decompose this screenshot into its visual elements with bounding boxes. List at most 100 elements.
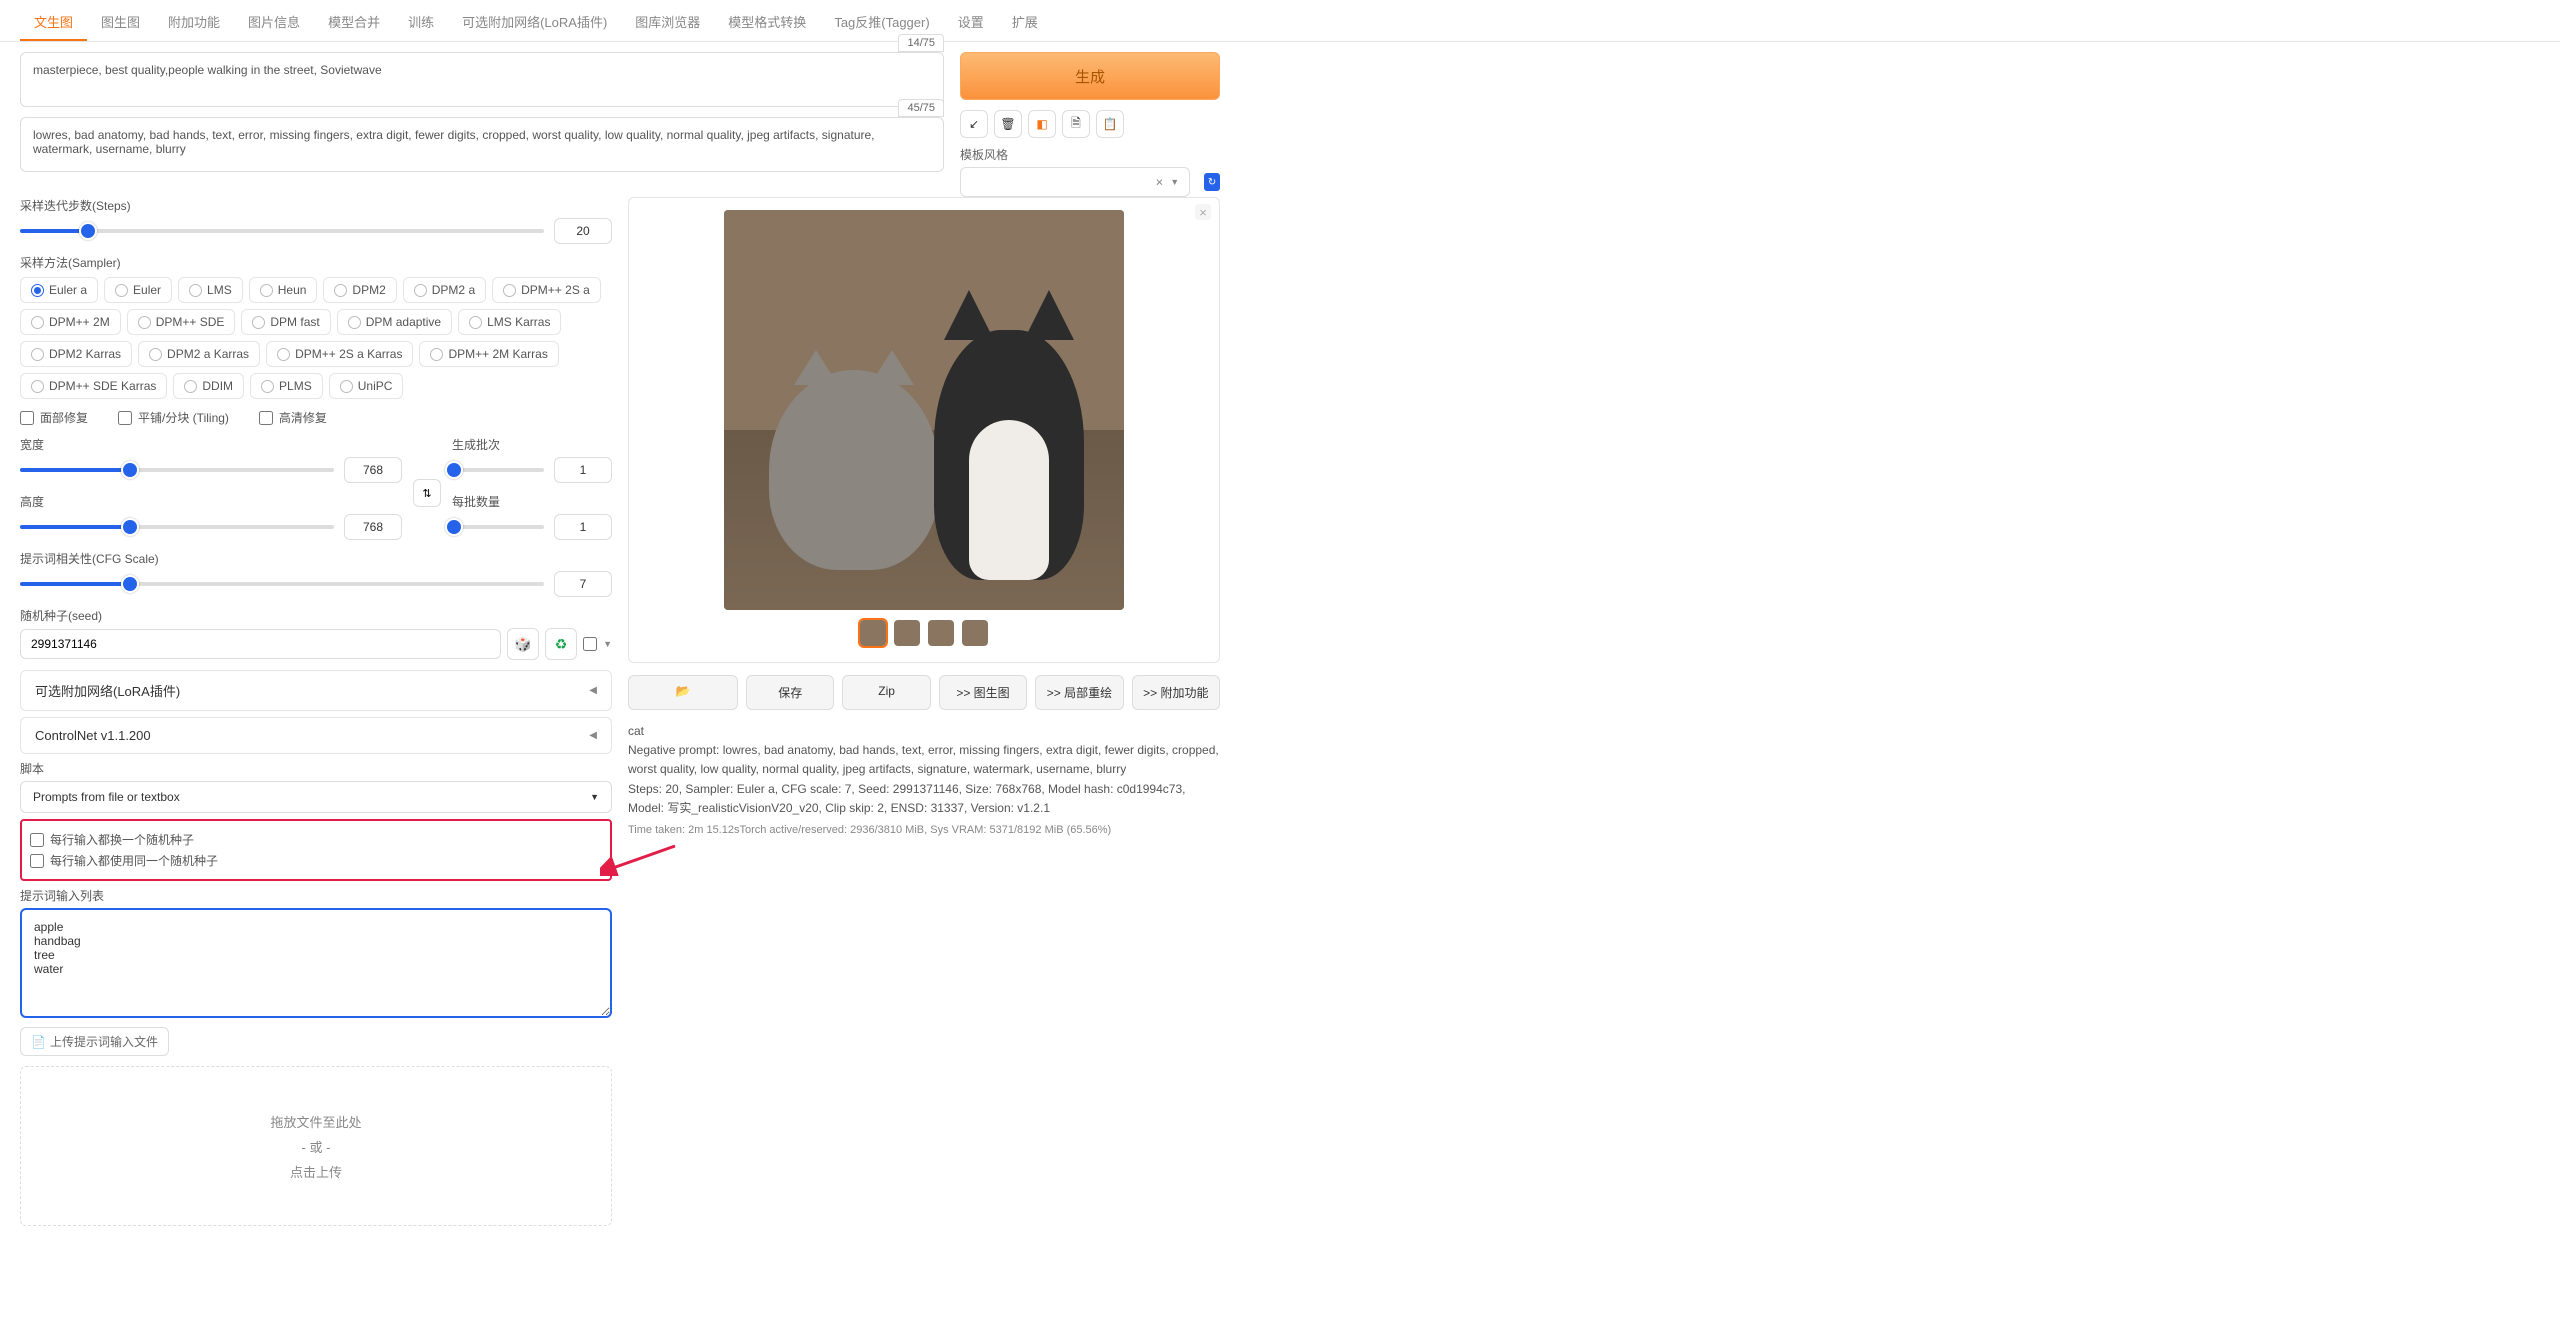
batch-size-slider[interactable] — [452, 525, 544, 529]
tab-pnginfo[interactable]: 图片信息 — [234, 4, 314, 41]
generation-info: cat Negative prompt: lowres, bad anatomy… — [628, 722, 1220, 840]
width-label: 宽度 — [20, 436, 402, 453]
radio-icon — [334, 284, 347, 297]
sampler-option[interactable]: DPM adaptive — [337, 309, 452, 335]
height-value[interactable]: 768 — [344, 514, 402, 540]
tab-gallery[interactable]: 图库浏览器 — [621, 4, 714, 41]
positive-prompt[interactable]: masterpiece, best quality,people walking… — [20, 52, 944, 107]
save-button[interactable]: 保存 — [746, 675, 834, 710]
sampler-option[interactable]: DPM2 — [323, 277, 396, 303]
tab-merge[interactable]: 模型合并 — [314, 4, 394, 41]
drop-zone[interactable]: 拖放文件至此处 - 或 - 点击上传 — [20, 1066, 612, 1226]
steps-value[interactable]: 20 — [554, 218, 612, 244]
sampler-option[interactable]: DPM2 Karras — [20, 341, 132, 367]
open-folder-button[interactable]: 📂 — [628, 675, 738, 710]
output-image[interactable] — [724, 210, 1124, 610]
sampler-grid: Euler a Euler LMS Heun DPM2 DPM2 a DPM++… — [20, 277, 612, 399]
sampler-option[interactable]: DPM++ 2M — [20, 309, 121, 335]
seed-label: 随机种子(seed) — [20, 607, 612, 624]
width-value[interactable]: 768 — [344, 457, 402, 483]
script-select[interactable]: Prompts from file or textbox▼ — [20, 781, 612, 813]
extra-seed-check[interactable] — [583, 637, 597, 651]
style-refresh-button[interactable]: ↻ — [1204, 173, 1220, 191]
sampler-option[interactable]: DPM++ 2M Karras — [419, 341, 558, 367]
controlnet-accordion[interactable]: ControlNet v1.1.200◀ — [20, 717, 612, 754]
radio-icon — [348, 316, 361, 329]
style-clear-icon[interactable]: × — [1156, 175, 1164, 190]
cfg-slider[interactable] — [20, 582, 544, 586]
sampler-option[interactable]: LMS Karras — [458, 309, 561, 335]
radio-icon — [189, 284, 202, 297]
sampler-option[interactable]: DPM++ 2S a — [492, 277, 601, 303]
same-seed-check[interactable]: 每行输入都使用同一个随机种子 — [30, 852, 602, 869]
tab-convert[interactable]: 模型格式转换 — [714, 4, 820, 41]
interrogate-button[interactable]: ↙ — [960, 110, 988, 138]
thumbnail[interactable] — [860, 620, 886, 646]
send-img2img-button[interactable]: >> 图生图 — [939, 675, 1027, 710]
send-extras-button[interactable]: >> 附加功能 — [1132, 675, 1220, 710]
tab-settings[interactable]: 设置 — [944, 4, 998, 41]
batch-size-value[interactable]: 1 — [554, 514, 612, 540]
tab-train[interactable]: 训练 — [394, 4, 448, 41]
sampler-option[interactable]: Euler a — [20, 277, 98, 303]
height-label: 高度 — [20, 493, 402, 510]
seed-input[interactable] — [20, 629, 501, 659]
generate-button[interactable]: 生成 — [960, 52, 1220, 100]
sampler-option[interactable]: DPM fast — [241, 309, 330, 335]
sampler-option[interactable]: DPM2 a Karras — [138, 341, 260, 367]
sampler-option[interactable]: PLMS — [250, 373, 323, 399]
paste-button[interactable]: 📋 — [1096, 110, 1124, 138]
sampler-option[interactable]: DPM++ SDE Karras — [20, 373, 167, 399]
tab-extensions[interactable]: 扩展 — [998, 4, 1052, 41]
negative-prompt[interactable]: lowres, bad anatomy, bad hands, text, er… — [20, 117, 944, 172]
file-button[interactable]: 🗎 — [1062, 110, 1090, 138]
radio-icon — [430, 348, 443, 361]
width-slider[interactable] — [20, 468, 334, 472]
hires-check[interactable]: 高清修复 — [259, 409, 327, 426]
style-select[interactable]: × ▼ — [960, 167, 1190, 197]
tiling-check[interactable]: 平铺/分块 (Tiling) — [118, 409, 229, 426]
cfg-value[interactable]: 7 — [554, 571, 612, 597]
sampler-option[interactable]: DPM++ SDE — [127, 309, 236, 335]
batch-count-slider[interactable] — [452, 468, 544, 472]
prompt-list-textarea[interactable]: apple handbag tree water — [20, 908, 612, 1018]
thumbnail[interactable] — [962, 620, 988, 646]
cfg-label: 提示词相关性(CFG Scale) — [20, 550, 612, 567]
radio-icon — [31, 284, 44, 297]
sampler-option[interactable]: DDIM — [173, 373, 244, 399]
batch-count-value[interactable]: 1 — [554, 457, 612, 483]
clear-button[interactable]: 🗑 — [994, 110, 1022, 138]
recycle-button[interactable]: ♻ — [545, 628, 577, 660]
tab-txt2img[interactable]: 文生图 — [20, 4, 87, 41]
radio-icon — [138, 316, 151, 329]
sampler-option[interactable]: Heun — [249, 277, 318, 303]
send-inpaint-button[interactable]: >> 局部重绘 — [1035, 675, 1123, 710]
dice-button[interactable]: 🎲 — [507, 628, 539, 660]
steps-slider[interactable] — [20, 229, 544, 233]
face-restore-check[interactable]: 面部修复 — [20, 409, 88, 426]
close-icon[interactable]: × — [1195, 204, 1211, 220]
paint-button[interactable]: ◧ — [1028, 110, 1056, 138]
upload-file-button[interactable]: 📄 上传提示词输入文件 — [20, 1027, 169, 1056]
sampler-label: 采样方法(Sampler) — [20, 254, 612, 271]
sampler-option[interactable]: DPM2 a — [403, 277, 486, 303]
sampler-option[interactable]: DPM++ 2S a Karras — [266, 341, 413, 367]
zip-button[interactable]: Zip — [842, 675, 930, 710]
sampler-option[interactable]: UniPC — [329, 373, 404, 399]
dropdown-caret-icon[interactable]: ▼ — [603, 639, 612, 649]
radio-icon — [260, 284, 273, 297]
sampler-option[interactable]: Euler — [104, 277, 172, 303]
tab-img2img[interactable]: 图生图 — [87, 4, 154, 41]
steps-label: 采样迭代步数(Steps) — [20, 197, 612, 214]
lora-accordion[interactable]: 可选附加网络(LoRA插件)◀ — [20, 670, 612, 711]
sampler-option[interactable]: LMS — [178, 277, 243, 303]
swap-wh-button[interactable]: ⇅ — [413, 479, 441, 507]
thumbnail[interactable] — [894, 620, 920, 646]
tab-lora[interactable]: 可选附加网络(LoRA插件) — [448, 4, 621, 41]
top-tabs: 文生图 图生图 附加功能 图片信息 模型合并 训练 可选附加网络(LoRA插件)… — [0, 0, 2560, 42]
negative-token-count: 45/75 — [898, 99, 944, 117]
height-slider[interactable] — [20, 525, 334, 529]
iterate-seed-check[interactable]: 每行输入都换一个随机种子 — [30, 831, 602, 848]
tab-extras[interactable]: 附加功能 — [154, 4, 234, 41]
thumbnail[interactable] — [928, 620, 954, 646]
